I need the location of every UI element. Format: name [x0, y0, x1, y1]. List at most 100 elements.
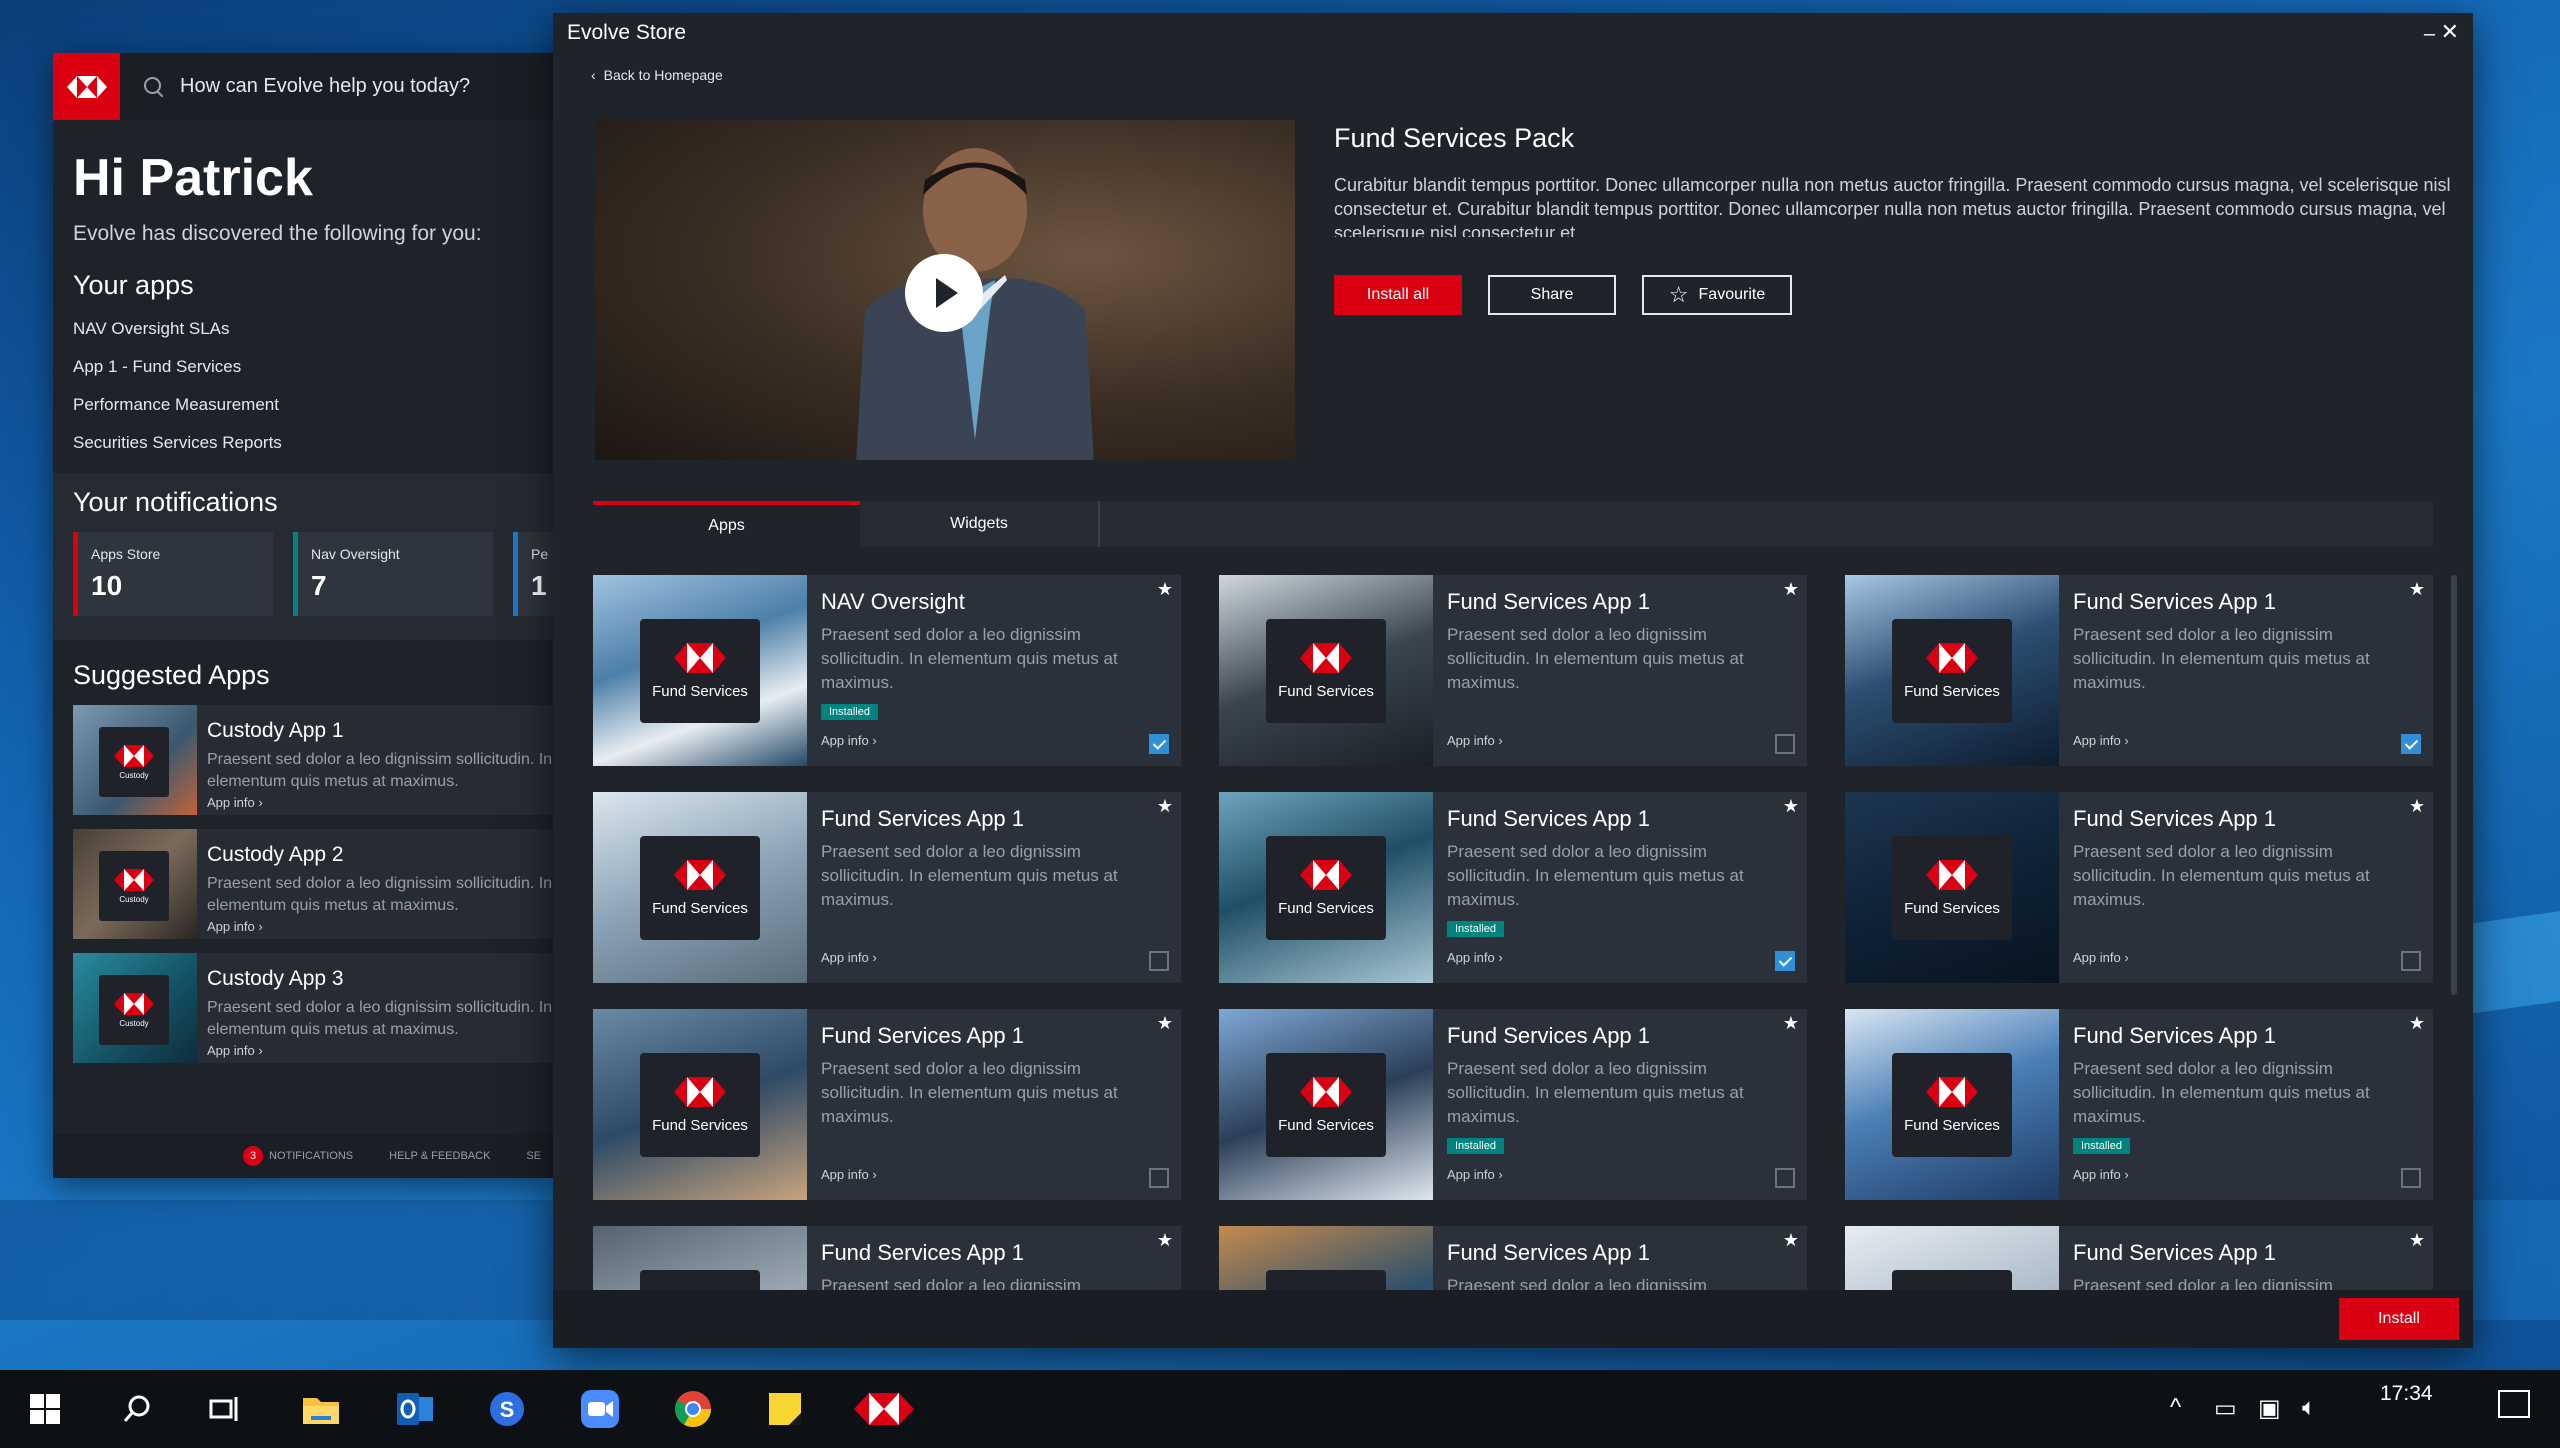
favourite-star-icon[interactable]: ★ [1783, 579, 1799, 600]
app-card[interactable]: Fund Services Fund Services App 1 Praesent… [1845, 575, 2433, 766]
play-icon[interactable] [905, 254, 983, 332]
notification-card-performance[interactable]: Pe 1 [513, 532, 553, 616]
app-card[interactable]: Fund Services NAV Oversight Praesent sed d… [593, 575, 1181, 766]
app-info-link[interactable]: App info › [2073, 733, 2129, 748]
evolve-search-input[interactable]: How can Evolve help you today? [180, 75, 470, 98]
zoom-icon[interactable] [575, 1384, 625, 1434]
favourite-star-icon[interactable]: ★ [1157, 579, 1173, 600]
suggested-app-info-link[interactable]: App info › [207, 919, 552, 934]
share-button[interactable]: Share [1488, 275, 1616, 315]
notification-card-nav-oversight[interactable]: Nav Oversight 7 [293, 532, 493, 616]
tile-label: Fund Services [1904, 1116, 2000, 1134]
back-to-homepage-link[interactable]: ‹ Back to Homepage [591, 67, 723, 83]
sticky-notes-icon[interactable] [760, 1384, 810, 1434]
suggested-app-item[interactable]: Custody Custody App 1 Praesent sed dolor… [73, 705, 553, 815]
app-card[interactable]: Fund Services Fund Services App 1 Praesent… [1219, 575, 1807, 766]
tab-widgets[interactable]: Widgets [860, 501, 1100, 547]
action-center-icon[interactable] [2498, 1390, 2530, 1418]
volume-icon[interactable]: 🔈︎ [2302, 1394, 2316, 1422]
favourite-star-icon[interactable]: ★ [1157, 1013, 1173, 1034]
chrome-icon[interactable] [668, 1384, 718, 1434]
app-card[interactable]: Fund Services Fund Services App 1 Praesent… [1219, 1009, 1807, 1200]
network-icon[interactable]: ▣ [2258, 1394, 2281, 1423]
select-checkbox[interactable] [2401, 951, 2421, 971]
your-app-link[interactable]: Performance Measurement [73, 395, 553, 415]
skype-icon[interactable]: S [482, 1384, 532, 1434]
install-all-button[interactable]: Install all [1334, 275, 1462, 315]
app-card-desc: Praesent sed dolor a leo dignissim solli… [2073, 625, 2370, 692]
chevron-up-icon[interactable]: ^ [2170, 1394, 2181, 1422]
app-card[interactable]: Fund Services Fund Services App 1 Praesent… [1219, 792, 1807, 983]
search-icon[interactable] [112, 1384, 162, 1434]
select-checkbox[interactable] [1775, 734, 1795, 754]
hsbc-evolve-icon[interactable] [852, 1384, 916, 1434]
app-info-link[interactable]: App info › [821, 950, 877, 965]
minimize-button[interactable]: – [2424, 23, 2435, 46]
app-info-link[interactable]: App info › [1447, 950, 1503, 965]
app-info-label: App info [207, 919, 255, 934]
app-info-link[interactable]: App info › [1447, 1167, 1503, 1182]
app-card-desc: Praesent sed dolor a leo dignissim solli… [1447, 1059, 1744, 1126]
favourite-star-icon[interactable]: ★ [1783, 796, 1799, 817]
suggested-app-info-link[interactable]: App info › [207, 1043, 552, 1058]
favourite-star-icon[interactable]: ★ [1157, 1230, 1173, 1251]
clock[interactable]: 17:34 [2380, 1382, 2433, 1406]
app-card[interactable]: Fund Services Fund Services App 1 Praesent… [593, 1009, 1181, 1200]
tab-apps[interactable]: Apps [593, 501, 860, 547]
grid-scrollbar[interactable] [2451, 575, 2457, 995]
favourite-star-icon[interactable]: ★ [2409, 579, 2425, 600]
select-checkbox[interactable] [1775, 951, 1795, 971]
footer-more-link[interactable]: SE [526, 1150, 541, 1162]
select-checkbox[interactable] [1149, 1168, 1169, 1188]
favourite-star-icon[interactable]: ★ [2409, 1230, 2425, 1251]
app-info-link[interactable]: App info › [2073, 1167, 2129, 1182]
your-app-link[interactable]: Securities Services Reports [73, 433, 553, 453]
battery-icon[interactable]: ▭ [2214, 1394, 2237, 1423]
app-card-image: Fund Services [1845, 792, 2059, 983]
app-card[interactable]: Fund Services Fund Services App 1 Praesent… [1845, 1009, 2433, 1200]
task-view-icon[interactable] [200, 1384, 250, 1434]
favourite-button[interactable]: ☆ Favourite [1642, 275, 1792, 315]
suggested-app-item[interactable]: Custody Custody App 2 Praesent sed dolor… [73, 829, 553, 939]
fund-services-tile: Fund Services [1266, 619, 1386, 723]
chevron-left-icon: ‹ [591, 67, 596, 83]
hsbc-hexagon-icon [114, 744, 154, 767]
notification-count: 10 [91, 570, 123, 601]
installed-badge: Installed [2073, 1138, 2130, 1154]
suggested-app-item[interactable]: Custody Custody App 3 Praesent sed dolor… [73, 953, 553, 1063]
close-button[interactable]: ✕ [2441, 19, 2459, 45]
app-info-link[interactable]: App info › [821, 733, 877, 748]
footer-notifications-link[interactable]: 3 NOTIFICATIONS [243, 1146, 353, 1166]
outlook-icon[interactable] [390, 1384, 440, 1434]
install-button[interactable]: Install [2339, 1298, 2459, 1340]
footer-help-link[interactable]: HELP & FEEDBACK [389, 1150, 490, 1162]
app-card[interactable]: Fund Services Fund Services App 1 Praesent… [593, 792, 1181, 983]
notification-card-apps-store[interactable]: Apps Store 10 [73, 532, 273, 616]
select-checkbox[interactable] [1149, 734, 1169, 754]
favourite-star-icon[interactable]: ★ [2409, 1013, 2425, 1034]
your-app-link[interactable]: NAV Oversight SLAs [73, 319, 553, 339]
app-info-link[interactable]: App info › [1447, 733, 1503, 748]
app-card-title: Fund Services App 1 [821, 1023, 1025, 1048]
app-info-link[interactable]: App info › [821, 1167, 877, 1182]
windows-start-icon[interactable] [20, 1384, 70, 1434]
favourite-star-icon[interactable]: ★ [2409, 796, 2425, 817]
your-app-link[interactable]: App 1 - Fund Services [73, 357, 553, 377]
app-info-link[interactable]: App info › [2073, 950, 2129, 965]
evolve-panel: How can Evolve help you today? Hi Patric… [53, 53, 553, 1178]
hsbc-logo[interactable] [53, 53, 120, 120]
suggested-app-info-link[interactable]: App info › [207, 795, 552, 810]
favourite-star-icon[interactable]: ★ [1783, 1013, 1799, 1034]
app-card[interactable]: Fund Services Fund Services App 1 Praesent… [1845, 792, 2433, 983]
select-checkbox[interactable] [1775, 1168, 1795, 1188]
app-card-image: Fund Services [1219, 792, 1433, 983]
fund-services-tile: Fund Services [640, 836, 760, 940]
notifications-section: Your notifications Apps Store 10 Nav Ove… [53, 473, 553, 640]
select-checkbox[interactable] [2401, 734, 2421, 754]
favourite-star-icon[interactable]: ★ [1783, 1230, 1799, 1251]
favourite-star-icon[interactable]: ★ [1157, 796, 1173, 817]
hero-video[interactable] [595, 120, 1295, 460]
select-checkbox[interactable] [2401, 1168, 2421, 1188]
select-checkbox[interactable] [1149, 951, 1169, 971]
file-explorer-icon[interactable] [296, 1384, 346, 1434]
